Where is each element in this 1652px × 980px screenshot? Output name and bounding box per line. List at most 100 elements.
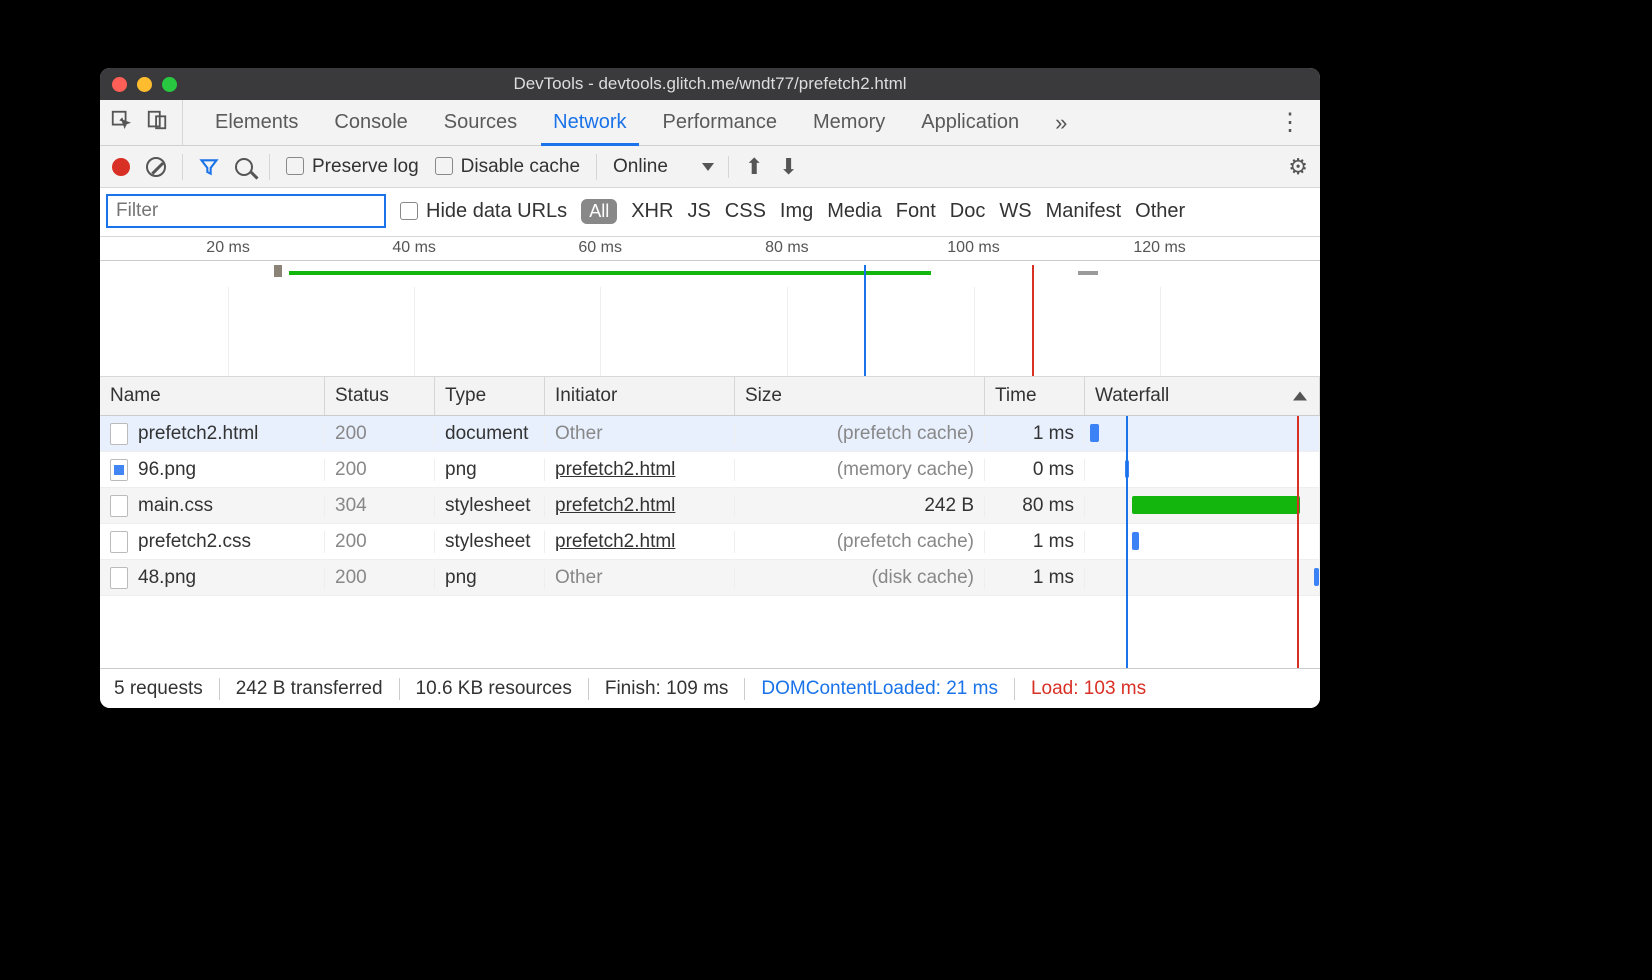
table-row[interactable]: 48.png200pngOther(disk cache)1 ms [100,560,1320,596]
record-button[interactable] [112,158,130,176]
close-button[interactable] [112,77,127,92]
request-name: main.css [138,495,213,517]
request-initiator[interactable]: prefetch2.html [545,495,735,517]
tab-sources[interactable]: Sources [426,100,535,145]
request-waterfall [1085,416,1320,451]
load-marker [1032,265,1034,377]
col-time[interactable]: Time [985,377,1085,415]
request-name: prefetch2.html [138,423,258,445]
tab-memory[interactable]: Memory [795,100,903,145]
status-requests: 5 requests [114,678,220,700]
document-file-icon [110,495,128,517]
col-type[interactable]: Type [435,377,545,415]
timeline-tick-label: 20 ms [206,239,250,257]
disable-cache-checkbox[interactable]: Disable cache [435,156,580,178]
tab-performance[interactable]: Performance [645,100,796,145]
search-icon[interactable] [235,158,253,176]
minimize-button[interactable] [137,77,152,92]
filter-type-css[interactable]: CSS [725,200,766,223]
filter-type-media[interactable]: Media [827,200,881,223]
table-header: Name Status Type Initiator Size Time Wat… [100,377,1320,416]
window-title: DevTools - devtools.glitch.me/wndt77/pre… [100,74,1320,94]
request-type: png [435,459,545,481]
request-size: (prefetch cache) [735,531,985,553]
table-row[interactable]: 96.png 200pngprefetch2.html(memory cache)… [100,452,1320,488]
panel-tabs: ElementsConsoleSourcesNetworkPerformance… [100,100,1320,146]
timeline-tick-label: 40 ms [392,239,436,257]
filter-type-doc[interactable]: Doc [950,200,986,223]
waterfall-bar [1132,496,1300,514]
request-name: prefetch2.css [138,531,251,553]
request-time: 0 ms [985,459,1085,481]
col-name[interactable]: Name [100,377,325,415]
col-initiator[interactable]: Initiator [545,377,735,415]
status-domcontentloaded: DOMContentLoaded: 21 ms [745,678,1015,700]
preserve-log-checkbox[interactable]: Preserve log [286,156,419,178]
request-waterfall [1085,452,1320,487]
request-type: stylesheet [435,495,545,517]
request-status: 200 [325,423,435,445]
hide-data-urls-checkbox[interactable]: Hide data URLs [400,200,567,223]
waterfall-bar [1132,532,1139,550]
filter-type-all[interactable]: All [581,199,617,224]
table-row[interactable]: prefetch2.html200documentOther(prefetch … [100,416,1320,452]
filter-icon[interactable] [199,157,219,177]
filter-type-other[interactable]: Other [1135,200,1185,223]
device-toggle-icon[interactable] [146,109,168,137]
filter-type-ws[interactable]: WS [999,200,1031,223]
overview-range-handle[interactable] [274,265,282,277]
table-row[interactable]: main.css 304stylesheetprefetch2.html242 B… [100,488,1320,524]
tab-elements[interactable]: Elements [197,100,316,145]
status-load: Load: 103 ms [1015,678,1162,700]
requests-table: Name Status Type Initiator Size Time Wat… [100,377,1320,668]
request-name: 48.png [138,567,196,589]
filter-type-xhr[interactable]: XHR [631,200,673,223]
table-row[interactable]: prefetch2.css200stylesheetprefetch2.html… [100,524,1320,560]
col-status[interactable]: Status [325,377,435,415]
request-initiator[interactable]: prefetch2.html [545,459,735,481]
request-size: (memory cache) [735,459,985,481]
filter-input[interactable] [106,194,386,228]
request-size: 242 B [735,495,985,517]
overview-activity-bar-2 [1078,271,1098,275]
network-toolbar: Preserve log Disable cache Online ⬆ ⬇ ⚙ [100,146,1320,188]
filter-type-img[interactable]: Img [780,200,813,223]
tabs-overflow[interactable]: » [1037,100,1085,145]
filter-type-js[interactable]: JS [687,200,710,223]
request-status: 200 [325,459,435,481]
titlebar: DevTools - devtools.glitch.me/wndt77/pre… [100,68,1320,100]
filter-type-font[interactable]: Font [896,200,936,223]
overview-timeline[interactable]: 20 ms40 ms60 ms80 ms100 ms120 ms [100,237,1320,377]
request-type: document [435,423,545,445]
throttling-select[interactable]: Online [613,156,729,178]
request-waterfall [1085,524,1320,559]
request-status: 304 [325,495,435,517]
tab-console[interactable]: Console [316,100,425,145]
waterfall-bar [1125,460,1130,478]
inspect-icon[interactable] [110,109,132,137]
image-file-icon [110,459,128,481]
filter-type-manifest[interactable]: Manifest [1046,200,1122,223]
request-name: 96.png [138,459,196,481]
document-file-icon [110,567,128,589]
request-size: (disk cache) [735,567,985,589]
download-har-icon[interactable]: ⬇ [779,154,797,180]
overview-activity-bar [289,271,931,275]
clear-icon[interactable] [146,157,166,177]
col-waterfall[interactable]: Waterfall [1085,377,1320,415]
request-initiator[interactable]: prefetch2.html [545,531,735,553]
tab-application[interactable]: Application [903,100,1037,145]
request-time: 1 ms [985,423,1085,445]
settings-gear-icon[interactable]: ⚙ [1288,154,1308,180]
upload-har-icon[interactable]: ⬆ [745,154,763,180]
domcontentloaded-marker [864,265,866,377]
timeline-tick-label: 80 ms [765,239,809,257]
document-file-icon [110,531,128,553]
col-size[interactable]: Size [735,377,985,415]
request-waterfall [1085,488,1320,523]
zoom-button[interactable] [162,77,177,92]
request-waterfall [1085,560,1320,595]
timeline-tick-label: 120 ms [1133,239,1185,257]
tab-network[interactable]: Network [535,100,644,145]
request-type: stylesheet [435,531,545,553]
